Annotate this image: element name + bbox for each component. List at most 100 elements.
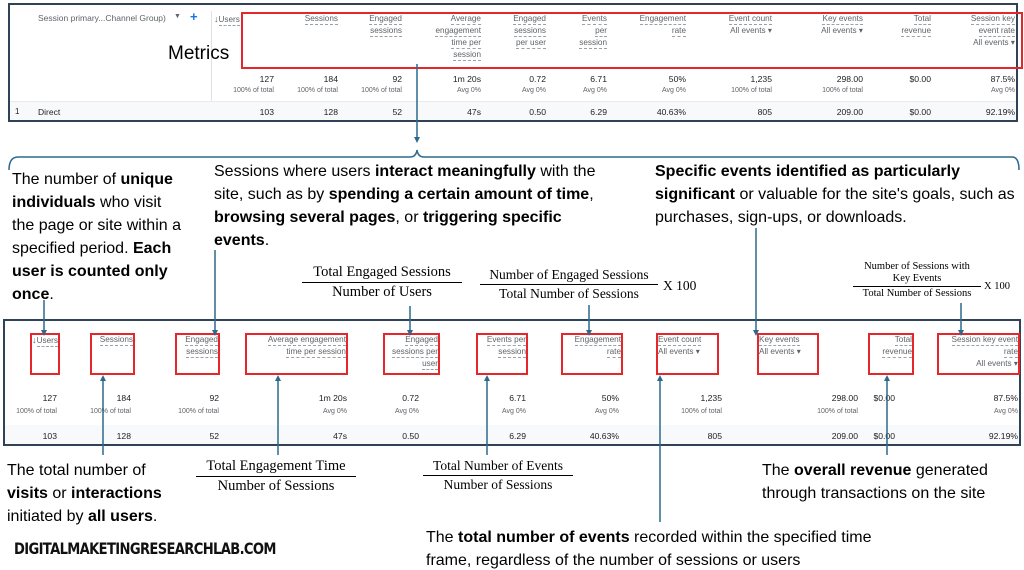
column-header-label: Sessions (304, 14, 338, 25)
total-subtext: 100% of total (822, 87, 863, 94)
column-header[interactable]: Average engagement time per session (247, 334, 346, 358)
chevron-down-icon[interactable]: ▼ (174, 13, 181, 20)
dropdown-value: All events (976, 359, 1012, 368)
row-index: 1 (15, 107, 20, 116)
users-description: The number of unique individuals who vis… (12, 168, 187, 306)
text-segment: . (152, 508, 158, 525)
events-dropdown[interactable]: All events ▾ (759, 347, 801, 356)
total-value: $0.00 (909, 74, 931, 84)
total-subtext: 100% of total (361, 87, 402, 94)
column-header-label: rate (606, 347, 621, 358)
column-header[interactable]: Engaged sessions (177, 334, 218, 358)
column-header-label: event rate (978, 26, 1015, 37)
bottom-report-table: ↓Users Sessions Engaged sessions Average eng… (3, 319, 1021, 446)
column-header[interactable]: Total revenue (870, 334, 912, 358)
emphasized-text: browsing several pages (214, 209, 396, 226)
events-dropdown[interactable]: All events ▾ (730, 26, 772, 35)
chevron-down-icon: ▾ (765, 26, 772, 35)
formula-numerator: Total Number of Events (423, 458, 573, 476)
column-header[interactable]: Total revenue (871, 13, 931, 37)
events-dropdown[interactable]: All events ▾ (658, 347, 700, 356)
column-header[interactable]: Session key event rate All events ▾ (939, 334, 1018, 370)
engagement-rate-formula: Number of Engaged Sessions Total Number … (480, 267, 696, 302)
total-value: 1m 20s (318, 393, 347, 403)
dimension-header[interactable]: Session primary...Channel Group) (38, 13, 166, 23)
chevron-down-icon: ▾ (1008, 38, 1015, 47)
dropdown-value: All events (658, 347, 694, 356)
key-events-description: Specific events identified as particular… (655, 160, 1015, 229)
total-subtext: 100% of total (16, 408, 57, 415)
column-header-label: session (453, 50, 481, 61)
total-value: 6.71 (590, 74, 607, 84)
plus-icon[interactable]: + (190, 9, 198, 24)
column-header[interactable]: Event count All events ▾ (682, 13, 772, 37)
column-header[interactable]: Engaged sessions per user (486, 13, 546, 49)
column-header-label: time per (451, 38, 481, 49)
formula-denominator: Total Number of Sessions (499, 286, 639, 301)
text-segment: , or (395, 209, 423, 226)
column-header[interactable]: Session key event rate All events ▾ (925, 13, 1015, 49)
dropdown-value: All events (730, 26, 766, 35)
column-header[interactable]: ↓Users (214, 13, 274, 26)
column-header-label: Events (581, 14, 607, 25)
column-header-label: sessions (514, 26, 546, 37)
formula-denominator: Number of Users (332, 284, 432, 300)
column-header[interactable]: Average engagement time per session (401, 13, 481, 61)
column-header-label: Event count (728, 14, 772, 25)
total-subtext: 100% of total (90, 408, 131, 415)
total-value: 0.72 (402, 393, 419, 403)
column-header-label: Session key (970, 14, 1015, 25)
formula-numerator: Total Engaged Sessions (302, 264, 462, 283)
engaged-sessions-description: Sessions where users interact meaningful… (214, 160, 614, 252)
column-header[interactable]: ↓Users (18, 334, 58, 347)
column-header[interactable]: Event count All events ▾ (658, 334, 717, 358)
column-header[interactable]: Sessions (278, 13, 338, 25)
emphasized-text: visits (7, 485, 48, 502)
total-revenue-description: The overall revenue generated through tr… (762, 459, 1022, 505)
column-header-label: Key events (822, 14, 863, 25)
column-header[interactable]: Events per session (478, 334, 526, 358)
column-header-label: Key events (759, 335, 800, 346)
column-header-label: user (422, 359, 438, 370)
text-segment: , (589, 186, 594, 203)
column-header-label: per user (515, 38, 546, 49)
total-subtext: 100% of total (178, 408, 219, 415)
total-value: 92 (392, 74, 402, 84)
column-header-label: Users (36, 336, 58, 347)
column-header[interactable]: Key events All events ▾ (759, 334, 817, 358)
column-header-label: Events per (486, 335, 526, 346)
row-value: 52 (392, 107, 402, 117)
column-header[interactable]: Engaged sessions per user (385, 334, 438, 370)
events-per-session-formula: Total Number of Events Number of Session… (423, 458, 573, 493)
formula-numerator: Number of Sessions with Key Events (853, 261, 981, 287)
column-header[interactable]: Engagement rate (616, 13, 686, 37)
row-dimension-value[interactable]: Direct (38, 107, 60, 117)
events-dropdown[interactable]: All events ▾ (973, 38, 1015, 47)
text-segment: The number of (12, 171, 121, 188)
total-value: 50% (601, 393, 619, 403)
column-header[interactable]: Sessions (92, 334, 133, 346)
total-value: $0.00 (873, 393, 895, 403)
row-value: 40.63% (656, 107, 686, 117)
formula-multiplier: X 100 (663, 278, 697, 293)
dropdown-value: All events (973, 38, 1009, 47)
column-header[interactable]: Engaged sessions (342, 13, 402, 37)
column-header-label: Event count (658, 335, 702, 346)
column-header-label: Engaged (513, 14, 546, 25)
total-value: 92 (209, 393, 219, 403)
row-value: 0.50 (402, 431, 419, 441)
column-header[interactable]: Key events All events ▾ (773, 13, 863, 37)
emphasized-text: total number of events (458, 529, 630, 546)
events-dropdown[interactable]: All events ▾ (976, 359, 1018, 368)
formula-denominator: Number of Sessions (217, 478, 335, 494)
column-header-label: Engagement (574, 335, 621, 346)
column-header[interactable]: Events per session (547, 13, 607, 49)
text-segment: Sessions where users (214, 163, 375, 180)
total-subtext: Avg 0% (662, 87, 686, 94)
events-dropdown[interactable]: All events ▾ (821, 26, 863, 35)
sessions-description: The total number of visits or interactio… (7, 459, 182, 528)
column-header-label: Engaged (405, 335, 438, 346)
column-header[interactable]: Engagement rate (563, 334, 621, 358)
total-value: 1,235 (750, 74, 772, 84)
total-value: 87.5% (993, 393, 1018, 403)
